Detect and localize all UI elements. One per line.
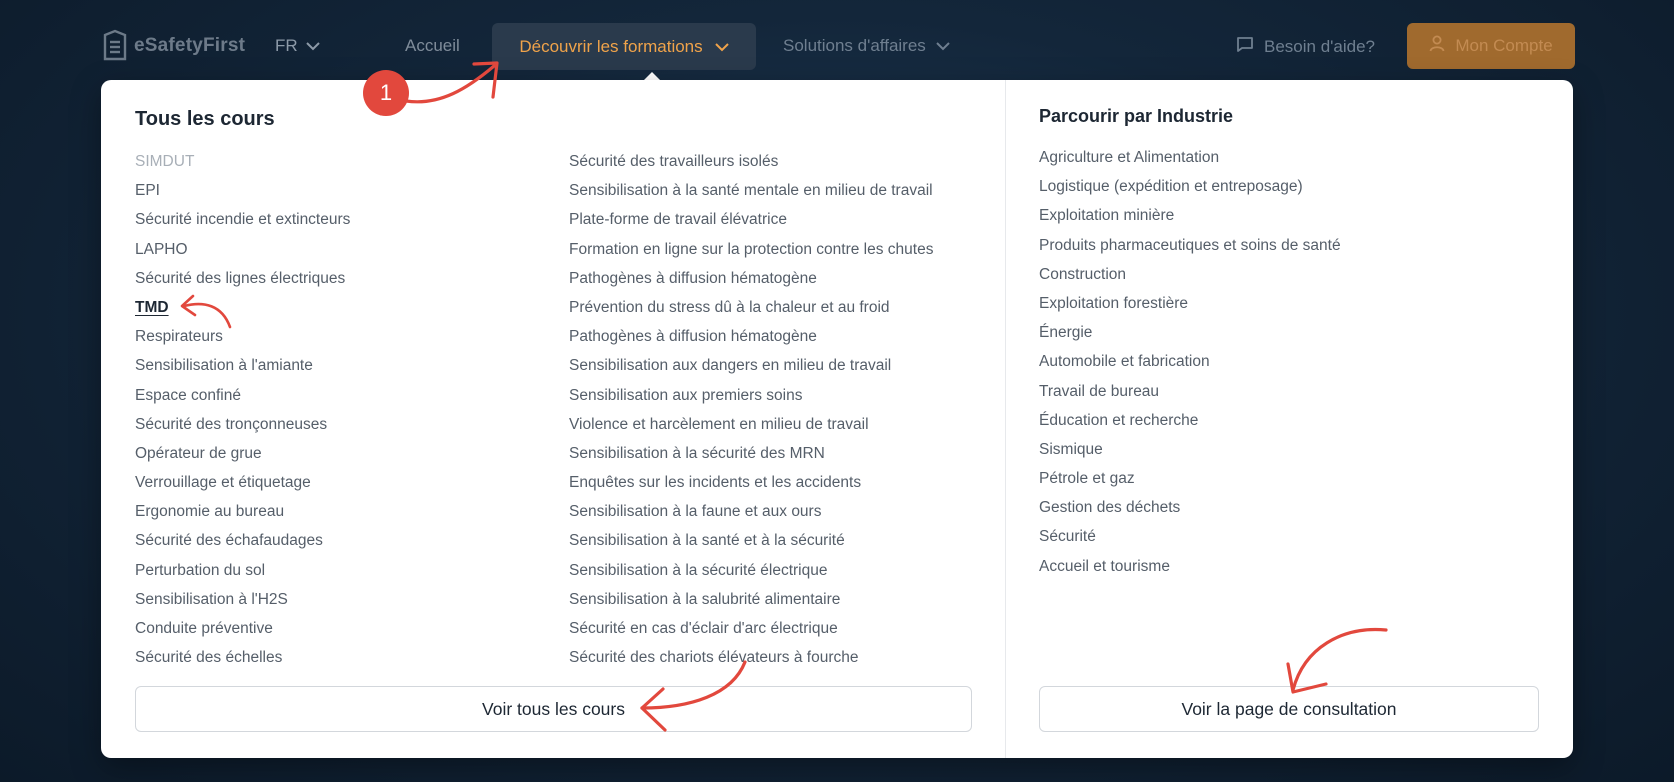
course-link-prevention-du-stress-du-a-la-chaleur-et-au-froid[interactable]: Prévention du stress dû à la chaleur et …	[569, 293, 933, 322]
course-link-securite-des-tronconneuses[interactable]: Sécurité des tronçonneuses	[135, 410, 350, 439]
course-link-sensibilisation-a-la-sante-et-a-la-securite[interactable]: Sensibilisation à la santé et à la sécur…	[569, 526, 933, 555]
view-all-courses-label: Voir tous les cours	[482, 698, 625, 719]
industry-link-gestion-des-dechets[interactable]: Gestion des déchets	[1039, 493, 1341, 522]
top-navigation: eSafetyFirst FR Accueil Découvrir les fo…	[0, 0, 1674, 90]
course-link-securite-des-echelles[interactable]: Sécurité des échelles	[135, 643, 350, 672]
shield-logo-icon	[102, 29, 128, 63]
course-link-respirateurs[interactable]: Respirateurs	[135, 322, 350, 351]
chevron-down-icon	[714, 37, 729, 57]
help-link[interactable]: Besoin d'aide?	[1236, 36, 1375, 58]
user-icon	[1429, 35, 1445, 57]
course-link-sensibilisation-aux-premiers-soins[interactable]: Sensibilisation aux premiers soins	[569, 381, 933, 410]
logo[interactable]: eSafetyFirst	[102, 28, 245, 64]
course-link-sensibilisation-a-la-faune-et-aux-ours[interactable]: Sensibilisation à la faune et aux ours	[569, 497, 933, 526]
step-number-label: 1	[379, 80, 393, 105]
course-link-formation-en-ligne-sur-la-protection-contre-les-chutes[interactable]: Formation en ligne sur la protection con…	[569, 235, 933, 264]
course-link-epi[interactable]: EPI	[135, 176, 350, 205]
industry-link-construction[interactable]: Construction	[1039, 260, 1341, 289]
industry-link-accueil-et-tourisme[interactable]: Accueil et tourisme	[1039, 552, 1341, 581]
course-link-securite-des-lignes-electriques[interactable]: Sécurité des lignes électriques	[135, 264, 350, 293]
industry-link-education-et-recherche[interactable]: Éducation et recherche	[1039, 406, 1341, 435]
industry-link-agriculture-et-alimentation[interactable]: Agriculture et Alimentation	[1039, 143, 1341, 172]
industry-list: Agriculture et Alimentation Logistique (e…	[1039, 143, 1341, 581]
course-link-securite-en-cas-d-eclair-d-arc-electrique[interactable]: Sécurité en cas d'éclair d'arc électriqu…	[569, 614, 933, 643]
course-link-pathogenes-a-diffusion-hematogene[interactable]: Pathogènes à diffusion hématogène	[569, 264, 933, 293]
language-label: FR	[275, 36, 298, 55]
course-link-conduite-preventive[interactable]: Conduite préventive	[135, 614, 350, 643]
course-link-sensibilisation-a-la-securite-des-mrn[interactable]: Sensibilisation à la sécurité des MRN	[569, 439, 933, 468]
course-link-securite-des-chariots-elevateurs-a-fourche[interactable]: Sécurité des chariots élévateurs à fourc…	[569, 643, 933, 672]
language-selector[interactable]: FR	[275, 36, 320, 56]
course-link-sensibilisation-a-la-securite-electrique[interactable]: Sensibilisation à la sécurité électrique	[569, 556, 933, 585]
course-link-simdut[interactable]: SIMDUT	[135, 147, 350, 176]
industry-link-travail-de-bureau[interactable]: Travail de bureau	[1039, 377, 1341, 406]
account-label: Mon Compte	[1455, 36, 1553, 55]
course-link-sensibilisation-aux-dangers-en-milieu-de-travail[interactable]: Sensibilisation aux dangers en milieu de…	[569, 351, 933, 380]
course-link-perturbation-du-sol[interactable]: Perturbation du sol	[135, 556, 350, 585]
browse-industry-title: Parcourir par Industrie	[1039, 106, 1234, 126]
course-link-violence-et-harcelement-en-milieu-de-travail[interactable]: Violence et harcèlement en milieu de tra…	[569, 410, 933, 439]
course-link-lapho[interactable]: LAPHO	[135, 235, 350, 264]
course-link-plate-forme-de-travail-elevatrice[interactable]: Plate-forme de travail élévatrice	[569, 205, 933, 234]
view-all-courses-button[interactable]: Voir tous les cours	[135, 686, 972, 732]
course-link-espace-confine[interactable]: Espace confiné	[135, 381, 350, 410]
industry-link-securite[interactable]: Sécurité	[1039, 522, 1341, 551]
nav-solutions-label: Solutions d'affaires	[783, 36, 926, 55]
industry-link-exploitation-forestiere[interactable]: Exploitation forestière	[1039, 289, 1341, 318]
all-courses-title: Tous les cours	[135, 108, 275, 130]
course-link-tmd[interactable]: TMD	[135, 293, 350, 322]
course-link-sensibilisation-a-l-h2s[interactable]: Sensibilisation à l'H2S	[135, 585, 350, 614]
courses-column-2: Sécurité des travailleurs isolés Sensibil…	[569, 147, 933, 672]
courses-column-1: SIMDUT EPI Sécurité incendie et extincteur…	[135, 147, 350, 672]
panel-divider	[1005, 80, 1006, 758]
course-link-pathogenes-a-diffusion-hematogene[interactable]: Pathogènes à diffusion hématogène	[569, 322, 933, 351]
industry-link-logistique-expedition-et-entreposage[interactable]: Logistique (expédition et entreposage)	[1039, 172, 1341, 201]
course-link-securite-des-echafaudages[interactable]: Sécurité des échafaudages	[135, 526, 350, 555]
course-link-securite-incendie-et-extincteurs[interactable]: Sécurité incendie et extincteurs	[135, 205, 350, 234]
industry-link-sismique[interactable]: Sismique	[1039, 435, 1341, 464]
account-button[interactable]: Mon Compte	[1407, 23, 1575, 69]
course-link-sensibilisation-a-la-sante-mentale-en-milieu-de-travail[interactable]: Sensibilisation à la santé mentale en mi…	[569, 176, 933, 205]
industry-link-automobile-et-fabrication[interactable]: Automobile et fabrication	[1039, 347, 1341, 376]
chevron-down-icon	[936, 36, 950, 56]
logo-text: eSafetyFirst	[134, 35, 246, 56]
course-link-operateur-de-grue[interactable]: Opérateur de grue	[135, 439, 350, 468]
chevron-down-icon	[305, 36, 320, 56]
industry-link-exploitation-miniere[interactable]: Exploitation minière	[1039, 201, 1341, 230]
course-link-sensibilisation-a-l-amiante[interactable]: Sensibilisation à l'amiante	[135, 351, 350, 380]
course-link-enquetes-sur-les-incidents-et-les-accidents[interactable]: Enquêtes sur les incidents et les accide…	[569, 468, 933, 497]
course-link-sensibilisation-a-la-salubrite-alimentaire[interactable]: Sensibilisation à la salubrité alimentai…	[569, 585, 933, 614]
nav-formations-menu[interactable]: Découvrir les formations	[492, 23, 756, 70]
course-link-ergonomie-au-bureau[interactable]: Ergonomie au bureau	[135, 497, 350, 526]
industry-link-produits-pharmaceutiques-et-soins-de-sante[interactable]: Produits pharmaceutiques et soins de san…	[1039, 231, 1341, 260]
view-consultation-page-button[interactable]: Voir la page de consultation	[1039, 686, 1539, 732]
industry-link-petrole-et-gaz[interactable]: Pétrole et gaz	[1039, 464, 1341, 493]
course-link-verrouillage-et-etiquetage[interactable]: Verrouillage et étiquetage	[135, 468, 350, 497]
chat-bubble-icon	[1236, 36, 1254, 58]
help-label: Besoin d'aide?	[1264, 37, 1375, 56]
nav-home-link[interactable]: Accueil	[405, 36, 460, 56]
course-link-securite-des-travailleurs-isoles[interactable]: Sécurité des travailleurs isolés	[569, 147, 933, 176]
industry-link-energie[interactable]: Énergie	[1039, 318, 1341, 347]
view-consultation-page-label: Voir la page de consultation	[1181, 698, 1397, 719]
nav-solutions-menu[interactable]: Solutions d'affaires	[783, 36, 950, 56]
nav-formations-label: Découvrir les formations	[519, 36, 703, 56]
